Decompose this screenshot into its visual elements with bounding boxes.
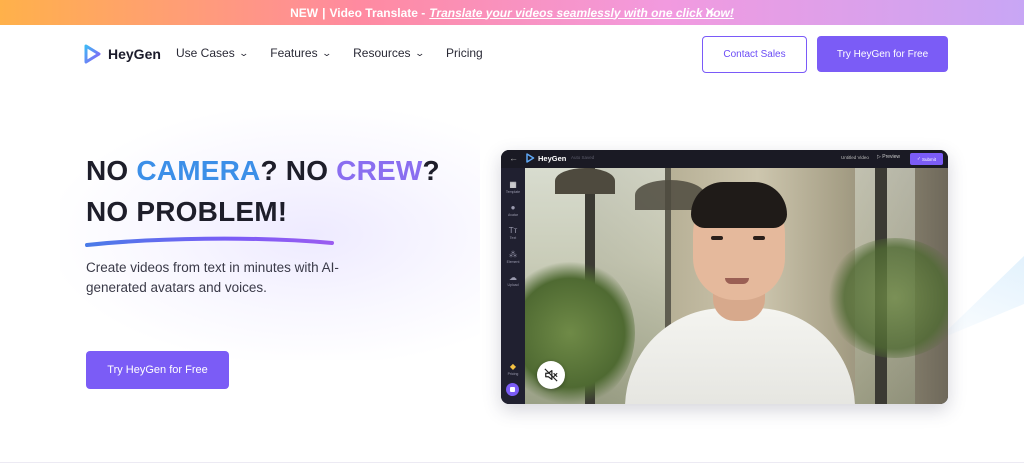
brand-name: HeyGen [108, 46, 161, 62]
heygen-logo-icon [526, 153, 535, 163]
sidebar-item-pricing[interactable]: ◆ Pricing [501, 362, 525, 376]
section-divider [0, 462, 1024, 463]
brand-logo[interactable]: HeyGen [82, 44, 161, 64]
avatar-mouth [725, 278, 749, 284]
nav-links: Use Cases ⌄ Features ⌄ Resources ⌄ Prici… [176, 46, 506, 60]
nav-use-cases-label: Use Cases [176, 46, 235, 60]
video-title[interactable]: Untitled Video [841, 155, 869, 160]
nav-pricing[interactable]: Pricing [446, 46, 483, 60]
heygen-logo-icon [84, 44, 101, 64]
pricing-icon: ◆ [509, 362, 517, 371]
headline-text: NO [86, 155, 137, 186]
nav-features-label: Features [270, 46, 318, 60]
editor-logo: HeyGen [525, 153, 566, 163]
sidebar-item-element[interactable]: ⁂ Element [501, 250, 525, 264]
headline-crew: CREW [336, 155, 423, 186]
avatar-video[interactable] [525, 168, 948, 404]
banner-separator: | [322, 5, 326, 20]
headline-camera: CAMERA [136, 155, 261, 186]
preview-button[interactable]: ▷ Preview [877, 154, 900, 160]
nav-use-cases[interactable]: Use Cases ⌄ [176, 46, 249, 60]
headline-text: ? NO [260, 155, 337, 186]
headline-line-2: NO PROBLEM! [86, 196, 288, 227]
editor-sidebar: ▦ Template ● Avatar Tт Text ⁂ Element ☁ … [501, 168, 525, 404]
video-background-lamp [555, 168, 615, 194]
avatar-eye [711, 236, 723, 240]
template-icon: ▦ [509, 180, 517, 189]
editor-brand: HeyGen [538, 153, 567, 163]
text-icon: Tт [508, 226, 518, 235]
banner-new-label: NEW [290, 5, 319, 20]
sidebar-label: Text [509, 236, 517, 240]
autosave-status: Auto Saved [571, 155, 595, 160]
chevron-down-icon: ⌄ [238, 47, 249, 58]
submit-button[interactable]: ✓ Submit [910, 153, 943, 165]
chevron-down-icon: ⌄ [413, 47, 425, 58]
top-navigation: HeyGen Use Cases ⌄ Features ⌄ Resources … [0, 25, 1024, 83]
contact-sales-button[interactable]: Contact Sales [702, 36, 807, 73]
sidebar-label: Avatar [507, 213, 519, 217]
headline-line-1: NO CAMERA? NO CREW? [86, 150, 440, 191]
close-icon[interactable]: ✕ [704, 4, 716, 21]
avatar-hair [691, 182, 787, 228]
mute-button[interactable] [537, 361, 565, 389]
announcement-banner: NEW | Video Translate - Translate your v… [0, 0, 1024, 25]
headline-underline [85, 236, 334, 247]
sidebar-item-avatar[interactable]: ● Avatar [501, 203, 525, 217]
app-preview: ← HeyGen Auto Saved Untitled Video ▷ Pre… [501, 150, 948, 404]
headline-text: ? [422, 155, 440, 186]
sidebar-item-upload[interactable]: ☁ Upload [501, 273, 525, 287]
nav-resources[interactable]: Resources ⌄ [353, 46, 425, 60]
sidebar-label: Template [505, 190, 521, 194]
chevron-down-icon: ⌄ [321, 47, 332, 58]
upload-icon: ☁ [509, 273, 517, 282]
submit-label: Submit [922, 156, 937, 162]
preview-label: Preview [882, 154, 901, 160]
hero-headline: NO CAMERA? NO CREW? NO PROBLEM! [86, 150, 440, 232]
banner-title: Video Translate - [329, 5, 426, 20]
banner-link[interactable]: Translate your videos seamlessly with on… [429, 6, 734, 20]
editor-toolbar: ← HeyGen Auto Saved Untitled Video ▷ Pre… [501, 150, 948, 168]
sidebar-label: Upload [507, 283, 519, 287]
back-arrow-icon[interactable]: ← [509, 153, 518, 163]
avatar-eye [753, 236, 765, 240]
element-icon: ⁂ [509, 250, 517, 259]
user-avatar-button[interactable] [506, 383, 519, 396]
nav-resources-label: Resources [353, 46, 411, 60]
hero-subtext: Create videos from text in minutes with … [86, 260, 339, 295]
nav-features[interactable]: Features ⌄ [270, 46, 332, 60]
nav-pricing-label: Pricing [446, 46, 483, 60]
try-free-nav-button[interactable]: Try HeyGen for Free [817, 36, 948, 72]
sidebar-item-text[interactable]: Tт Text [501, 226, 525, 240]
try-free-hero-button[interactable]: Try HeyGen for Free [86, 351, 229, 389]
muted-speaker-icon [544, 368, 558, 382]
sidebar-item-template[interactable]: ▦ Template [501, 180, 525, 194]
sidebar-label: Pricing [507, 372, 519, 376]
avatar-icon: ● [510, 203, 516, 212]
sidebar-label: Element [506, 260, 520, 264]
video-background-plant [825, 238, 948, 358]
